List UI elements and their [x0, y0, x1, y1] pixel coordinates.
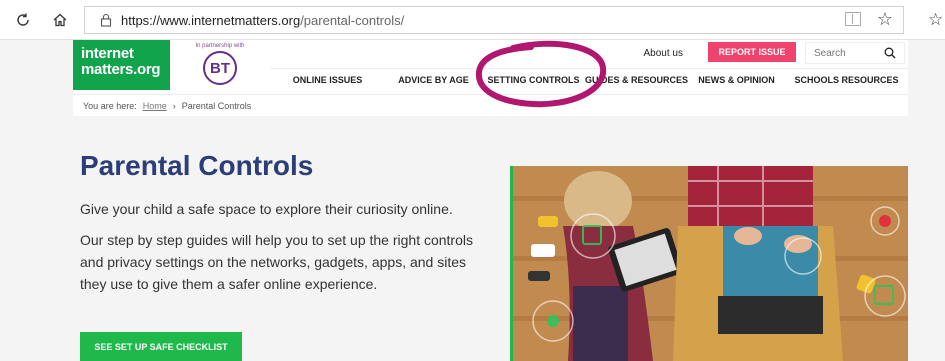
- hero-illustration: [513, 166, 908, 361]
- nav-setting-controls[interactable]: SETTING CONTROLS: [482, 69, 585, 91]
- search-icon[interactable]: [884, 47, 896, 62]
- search-input[interactable]: [806, 47, 876, 59]
- page-title: Parental Controls: [80, 150, 314, 181]
- hero-body: Our step by step guides will help you to…: [80, 232, 473, 292]
- search-box[interactable]: [805, 42, 905, 64]
- nav-schools-resources[interactable]: SCHOOLS RESOURCES: [785, 69, 908, 91]
- lock-icon[interactable]: [95, 7, 117, 33]
- report-issue-button[interactable]: REPORT ISSUE: [708, 42, 796, 62]
- bt-logo[interactable]: BT: [203, 51, 237, 85]
- nav-online-issues[interactable]: ONLINE ISSUES: [270, 69, 385, 91]
- nav-guides-resources[interactable]: GUIDES & RESOURCES: [585, 69, 688, 91]
- nav-advice-by-age[interactable]: ADVICE BY AGE: [385, 69, 482, 91]
- reading-view-icon[interactable]: [845, 12, 861, 26]
- reload-icon[interactable]: [13, 10, 33, 30]
- breadcrumb-separator: ›: [172, 100, 176, 111]
- header-right: About us REPORT ISSUE ONLINE ISSUES ADVI…: [270, 40, 908, 94]
- favorites-list-icon[interactable]: ☆: [928, 9, 943, 31]
- home-icon[interactable]: [50, 10, 70, 30]
- partner-text: In partnership with: [195, 43, 245, 49]
- breadcrumb: You are here: Home › Parental Controls: [73, 94, 908, 116]
- star-icon[interactable]: ☆: [877, 8, 893, 30]
- url-domain: https://www.internetmatters.org: [121, 12, 301, 28]
- safe-checklist-button[interactable]: SEE SET UP SAFE CHECKLIST: [80, 332, 242, 361]
- address-bar[interactable]: https://www.internetmatters.org/parental…: [84, 6, 904, 34]
- site-logo[interactable]: internet matters.org: [73, 40, 170, 90]
- about-us-link[interactable]: About us: [644, 48, 683, 59]
- breadcrumb-home-link[interactable]: Home: [143, 101, 167, 111]
- browser-toolbar: https://www.internetmatters.org/parental…: [0, 0, 945, 40]
- url-path: /parental-controls/: [300, 12, 405, 28]
- breadcrumb-current: Parental Controls: [181, 100, 252, 111]
- site-header: internet matters.org In partnership with…: [73, 40, 908, 94]
- hero-image: [510, 166, 908, 361]
- logo-line-1: internet: [81, 45, 134, 62]
- logo-line-2: matters.org: [81, 61, 161, 78]
- nav-news-opinion[interactable]: NEWS & OPINION: [688, 69, 785, 91]
- breadcrumb-prefix: You are here:: [83, 100, 137, 111]
- hero-lead: Give your child a safe space to explore …: [80, 201, 453, 217]
- url-text[interactable]: https://www.internetmatters.org/parental…: [121, 13, 404, 28]
- main-nav: ONLINE ISSUES ADVICE BY AGE SETTING CONT…: [270, 68, 908, 90]
- partner-area: In partnership with BT: [170, 40, 270, 94]
